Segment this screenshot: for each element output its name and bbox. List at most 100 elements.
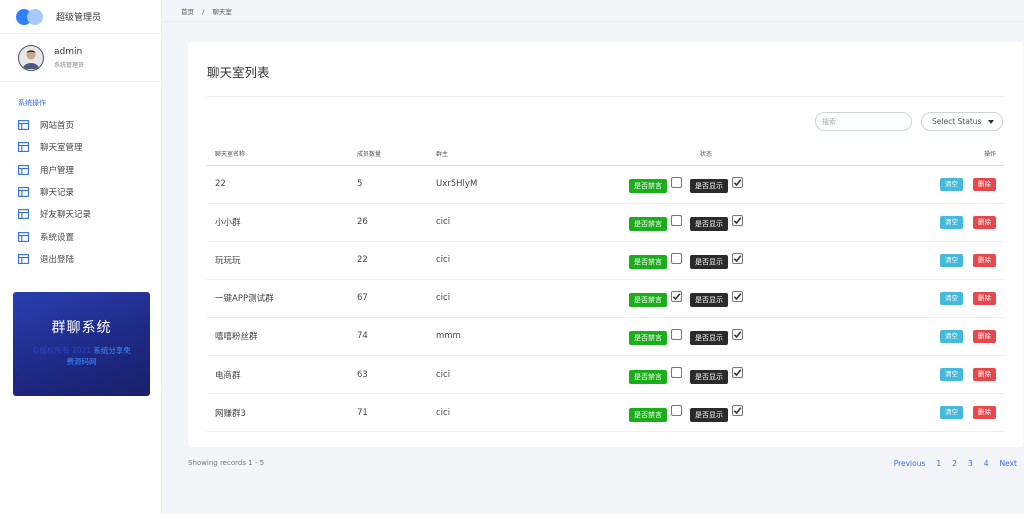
cell-actions: 清空 删除: [796, 203, 1004, 242]
show-tag: 是否显示: [690, 407, 728, 422]
status-select-label: Select Status: [932, 117, 982, 126]
mute-tag: 是否禁言: [629, 179, 667, 194]
header-name: 聊天室名称: [207, 143, 357, 166]
cell-actions: 清空 删除: [796, 241, 1004, 280]
mute-checkbox[interactable]: [671, 214, 682, 226]
user-role: 系统管理员: [54, 61, 85, 69]
mute-checkbox[interactable]: [671, 405, 682, 417]
show-checkbox[interactable]: [732, 328, 743, 340]
header-actions: 操作: [796, 143, 1004, 166]
status-select[interactable]: Select Status: [921, 112, 1003, 131]
pagination: Previous 1 2 3 4 Next: [894, 459, 1017, 468]
mute-tag: 是否禁言: [629, 293, 667, 308]
page-title: 聊天室列表: [207, 65, 270, 80]
delete-button[interactable]: 删除: [973, 329, 996, 343]
sidebar-item-label: 聊天记录: [40, 188, 75, 199]
pager-item-0[interactable]: Previous: [894, 459, 926, 468]
pager-item-5[interactable]: Next: [1000, 459, 1017, 468]
clear-button[interactable]: 清空: [940, 406, 963, 420]
pager-item-3[interactable]: 3: [968, 459, 973, 468]
delete-button[interactable]: 删除: [973, 406, 996, 420]
cell-actions: 清空 删除: [796, 317, 1004, 356]
pager-item-1[interactable]: 1: [936, 459, 941, 468]
cell-status: 是否禁言 是否显示: [616, 165, 796, 204]
delete-button[interactable]: 删除: [973, 215, 996, 229]
clear-button[interactable]: 清空: [940, 253, 963, 267]
layout-icon: [18, 164, 29, 175]
mute-checkbox[interactable]: [671, 176, 682, 188]
search-input[interactable]: [815, 112, 912, 131]
layout-icon: [18, 253, 29, 264]
mute-checkbox[interactable]: [671, 252, 682, 264]
cell-name: 电商群: [207, 355, 357, 395]
layout-icon: [18, 120, 29, 131]
sidebar-item-0[interactable]: 网站首页: [0, 114, 161, 136]
chatroom-card: 聊天室列表 Select Status 聊天室名称 成员数量 群主 状态 操作 …: [188, 42, 1023, 447]
pager-item-2[interactable]: 2: [952, 459, 957, 468]
sidebar-item-1[interactable]: 聊天室管理: [0, 136, 161, 158]
avatar[interactable]: [18, 44, 44, 71]
cell-status: 是否禁言 是否显示: [616, 241, 796, 280]
title-divider: [207, 96, 1004, 97]
cell-members: 5: [357, 165, 436, 204]
delete-button[interactable]: 删除: [973, 253, 996, 267]
mute-checkbox[interactable]: [671, 328, 682, 340]
table-row: 22 5 Uxr5HlyM 是否禁言 是否显示 清空 删除: [207, 165, 1004, 204]
table-row: 玩玩玩 22 cici 是否禁言 是否显示 清空 删除: [207, 241, 1004, 280]
promo-title: 群聊系统: [51, 320, 112, 336]
clear-button[interactable]: 清空: [940, 215, 963, 229]
show-tag: 是否显示: [690, 331, 728, 346]
brand-name: 超级管理员: [56, 13, 102, 23]
cell-name: 一键APP测试群: [207, 279, 357, 318]
cell-members: 26: [357, 203, 436, 242]
show-checkbox[interactable]: [732, 176, 743, 188]
cell-name: 嘻嘻粉丝群: [207, 317, 357, 356]
clear-button[interactable]: 清空: [940, 368, 963, 382]
mute-tag: 是否禁言: [629, 407, 667, 422]
user-panel: admin 系统管理员: [0, 34, 161, 82]
delete-button[interactable]: 删除: [973, 291, 996, 305]
sidebar-item-4[interactable]: 好友聊天记录: [0, 203, 161, 225]
show-tag: 是否显示: [690, 369, 728, 384]
sidebar-item-label: 聊天室管理: [40, 143, 83, 154]
show-checkbox[interactable]: [732, 252, 743, 264]
delete-button[interactable]: 删除: [973, 177, 996, 191]
cell-status: 是否禁言 是否显示: [616, 203, 796, 242]
sidebar-item-label: 网站首页: [40, 121, 75, 132]
header-divider: [163, 21, 1024, 22]
delete-button[interactable]: 删除: [973, 368, 996, 382]
table-row: 小小群 26 cici 是否禁言 是否显示 清空 删除: [207, 203, 1004, 242]
clear-button[interactable]: 清空: [940, 329, 963, 343]
clear-button[interactable]: 清空: [940, 291, 963, 305]
user-name: admin: [54, 46, 83, 57]
cell-status: 是否禁言 是否显示: [616, 393, 796, 433]
mute-checkbox[interactable]: [671, 290, 682, 302]
header-members: 成员数量: [357, 143, 436, 166]
sidebar-item-5[interactable]: 系统设置: [0, 225, 161, 247]
sidebar-item-6[interactable]: 退出登陆: [0, 248, 161, 270]
cell-status: 是否禁言 是否显示: [616, 317, 796, 356]
sidebar-item-label: 退出登陆: [40, 254, 75, 265]
cell-owner: cici: [436, 355, 616, 395]
layout-icon: [18, 187, 29, 197]
show-checkbox[interactable]: [732, 405, 743, 417]
cell-owner: cici: [436, 203, 616, 242]
brand-bar: 超级管理员: [0, 0, 161, 34]
breadcrumb: 首页 / 聊天室: [181, 6, 232, 16]
sidebar-item-2[interactable]: 用户管理: [0, 159, 161, 181]
table-row: 电商群 63 cici 是否禁言 是否显示 清空 删除: [207, 355, 1004, 395]
show-checkbox[interactable]: [732, 214, 743, 226]
mute-tag: 是否禁言: [629, 369, 667, 384]
show-checkbox[interactable]: [732, 367, 743, 379]
mute-checkbox[interactable]: [671, 367, 682, 379]
table-header-row: 聊天室名称 成员数量 群主 状态 操作: [207, 143, 1004, 166]
cell-status: 是否禁言 是否显示: [616, 279, 796, 318]
clear-button[interactable]: 清空: [940, 177, 963, 191]
logo-icon[interactable]: [16, 8, 46, 25]
cell-name: 22: [207, 165, 357, 204]
breadcrumb-home[interactable]: 首页: [181, 8, 194, 16]
show-checkbox[interactable]: [732, 290, 743, 302]
sidebar-item-3[interactable]: 聊天记录: [0, 181, 161, 203]
cell-members: 71: [357, 393, 436, 433]
pager-item-4[interactable]: 4: [984, 459, 989, 468]
